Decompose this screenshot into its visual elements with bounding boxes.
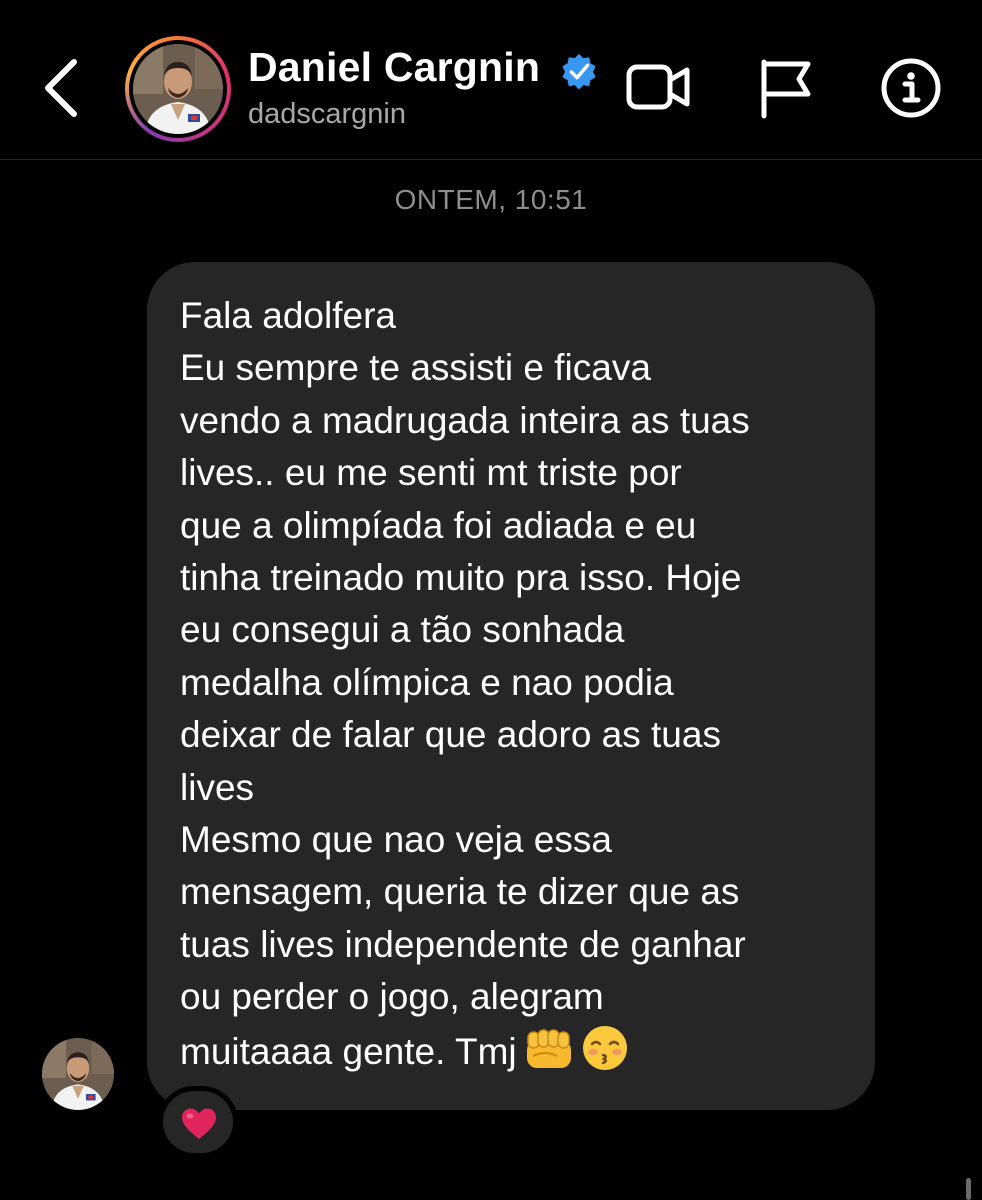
kissing-face-emoji bbox=[581, 1024, 629, 1086]
contact-name[interactable]: Daniel Cargnin bbox=[248, 44, 540, 91]
profile-avatar[interactable] bbox=[125, 36, 231, 142]
info-button[interactable] bbox=[876, 52, 946, 122]
reaction-badge[interactable] bbox=[158, 1086, 238, 1158]
red-heart-emoji bbox=[182, 1108, 216, 1139]
message-line: Fala adolfera bbox=[180, 295, 396, 336]
video-call-button[interactable] bbox=[623, 52, 693, 122]
back-button[interactable] bbox=[30, 52, 90, 122]
oncoming-fist-emoji bbox=[523, 1026, 575, 1086]
report-button[interactable] bbox=[752, 52, 822, 122]
message-paragraph: Eu sempre te assisti e ficava vendo a ma… bbox=[180, 347, 750, 808]
message-bubble[interactable]: Fala adolfera Eu sempre te assisti e fic… bbox=[147, 262, 875, 1110]
scrollbar[interactable] bbox=[966, 1178, 971, 1200]
video-camera-icon bbox=[626, 64, 690, 110]
sender-avatar[interactable] bbox=[42, 1038, 114, 1110]
message-paragraph-last: Mesmo que nao veja essa mensagem, queria… bbox=[180, 814, 845, 1086]
chat-header: Daniel Cargnin dadscargnin bbox=[0, 0, 982, 160]
message-paragraph-text: Mesmo que nao veja essa mensagem, queria… bbox=[180, 819, 746, 1072]
message-timestamp: ONTEM, 10:51 bbox=[394, 184, 588, 215]
verified-badge-icon bbox=[562, 53, 596, 90]
info-icon bbox=[881, 58, 941, 118]
contact-handle[interactable]: dadscargnin bbox=[248, 98, 406, 131]
flag-icon bbox=[761, 59, 811, 119]
back-chevron-icon bbox=[45, 59, 77, 117]
